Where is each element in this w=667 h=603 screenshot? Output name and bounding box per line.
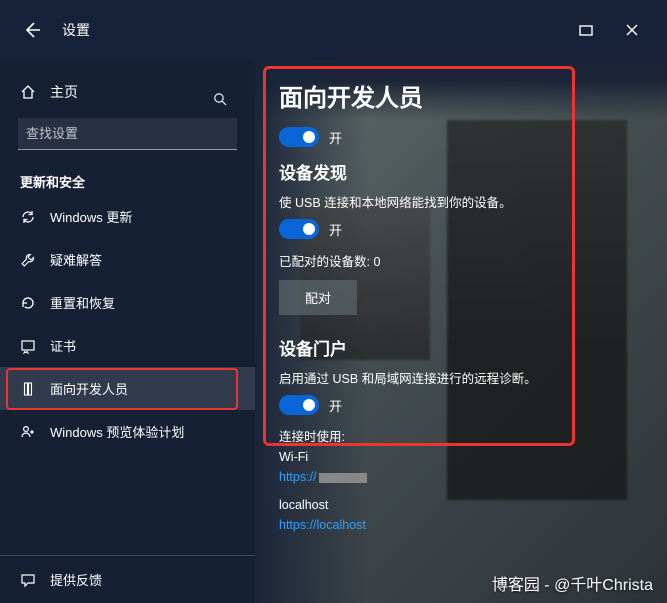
developer-icon: [20, 381, 36, 397]
sidebar-item-label: 面向开发人员: [50, 379, 128, 398]
developer-mode-toggle[interactable]: [279, 127, 319, 147]
home-icon: [20, 84, 36, 100]
sync-icon: [20, 209, 36, 225]
device-portal-heading: 设备门户: [279, 335, 647, 360]
localhost-label: localhost: [279, 495, 647, 515]
redacted-icon: [319, 473, 367, 483]
device-portal-toggle[interactable]: [279, 395, 319, 415]
device-discovery-toggle-row: 开: [279, 219, 647, 239]
sidebar-item-certificates[interactable]: 证书: [0, 324, 255, 367]
localhost-link[interactable]: https://localhost: [279, 515, 647, 535]
feedback-label: 提供反馈: [50, 570, 102, 589]
device-discovery-heading: 设备发现: [279, 159, 647, 184]
window-title: 设置: [62, 20, 90, 40]
wrench-icon: [20, 252, 36, 268]
sidebar-item-label: 疑难解答: [50, 250, 102, 269]
certificate-icon: [20, 338, 36, 354]
sidebar: 主页 更新和安全 Windows 更新 疑难解答: [0, 60, 255, 603]
history-icon: [20, 295, 36, 311]
sidebar-item-recovery[interactable]: 重置和恢复: [0, 281, 255, 324]
sidebar-item-label: 重置和恢复: [50, 293, 115, 312]
wifi-link[interactable]: https://: [279, 467, 647, 487]
home-label: 主页: [50, 82, 78, 102]
sidebar-item-label: Windows 预览体验计划: [50, 422, 184, 441]
search-input[interactable]: [18, 118, 237, 150]
device-discovery-toggle[interactable]: [279, 219, 319, 239]
developer-mode-toggle-row: 开: [279, 127, 647, 147]
toggle-state: 开: [329, 220, 342, 239]
sidebar-item-label: Windows 更新: [50, 207, 132, 226]
connection-label: 连接时使用:: [279, 427, 647, 447]
page-title: 面向开发人员: [279, 78, 647, 113]
back-button[interactable]: [20, 18, 44, 42]
pair-button[interactable]: 配对: [279, 280, 357, 315]
sidebar-item-label: 证书: [50, 336, 76, 355]
content-pane: 面向开发人员 开 设备发现 使 USB 连接和本地网络能找到你的设备。 开 已配…: [255, 60, 667, 603]
device-portal-desc: 启用通过 USB 和局域网连接进行的远程诊断。: [279, 368, 647, 387]
feedback-icon: [20, 572, 36, 588]
device-portal-toggle-row: 开: [279, 395, 647, 415]
sidebar-item-windows-update[interactable]: Windows 更新: [0, 195, 255, 238]
close-button[interactable]: [609, 10, 655, 50]
sidebar-item-insider[interactable]: Windows 预览体验计划: [0, 410, 255, 453]
device-discovery-desc: 使 USB 连接和本地网络能找到你的设备。: [279, 192, 647, 211]
toggle-state: 开: [329, 128, 342, 147]
settings-window: 设置 主页 更新和安全: [0, 0, 667, 603]
insider-icon: [20, 424, 36, 440]
feedback-link[interactable]: 提供反馈: [0, 555, 255, 603]
paired-count: 已配对的设备数: 0: [279, 251, 647, 270]
search-wrap: [0, 112, 255, 162]
sidebar-item-for-developers[interactable]: 面向开发人员: [0, 367, 255, 410]
connection-info: 连接时使用: Wi-Fi https:// localhost https://…: [279, 427, 647, 535]
toggle-state: 开: [329, 396, 342, 415]
section-header: 更新和安全: [0, 162, 255, 195]
sidebar-item-troubleshoot[interactable]: 疑难解答: [0, 238, 255, 281]
wifi-label: Wi-Fi: [279, 447, 647, 467]
watermark: 博客园 - @千叶Christa: [492, 571, 653, 595]
maximize-button[interactable]: [563, 10, 609, 50]
home-link[interactable]: 主页: [0, 72, 255, 112]
titlebar: 设置: [0, 0, 667, 60]
